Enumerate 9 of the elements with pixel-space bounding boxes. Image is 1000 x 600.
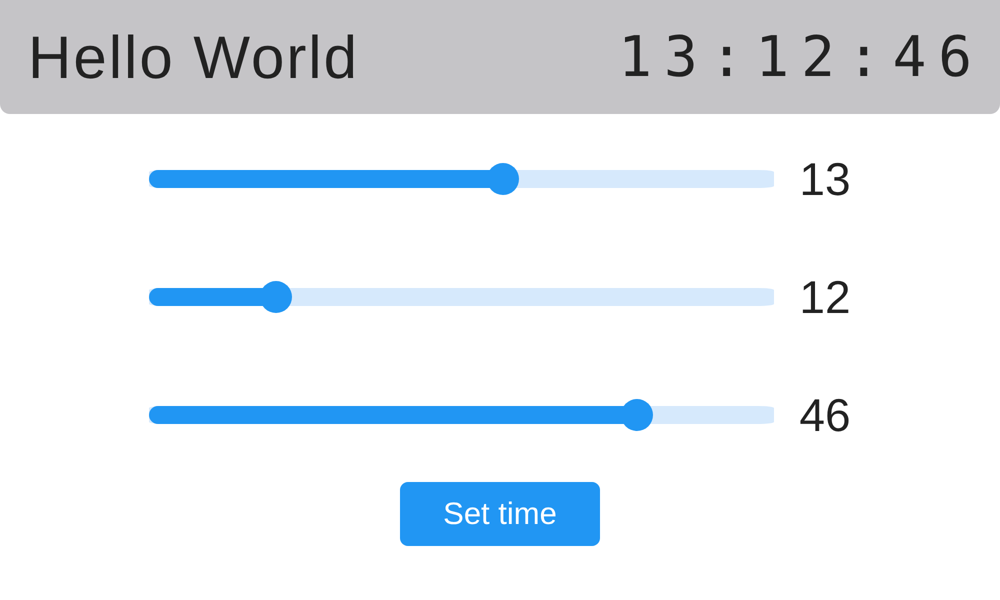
set-time-button[interactable]: Set time <box>400 482 600 546</box>
slider-thumb[interactable] <box>260 281 292 313</box>
slider-thumb[interactable] <box>620 399 653 431</box>
slider-value: 12 <box>799 270 851 324</box>
digital-clock: 13:12:46 <box>618 24 984 90</box>
slider-value: 13 <box>799 152 851 206</box>
slider-thumb[interactable] <box>486 163 519 195</box>
slider-value: 46 <box>799 388 851 442</box>
app-title: Hello World <box>28 22 359 92</box>
